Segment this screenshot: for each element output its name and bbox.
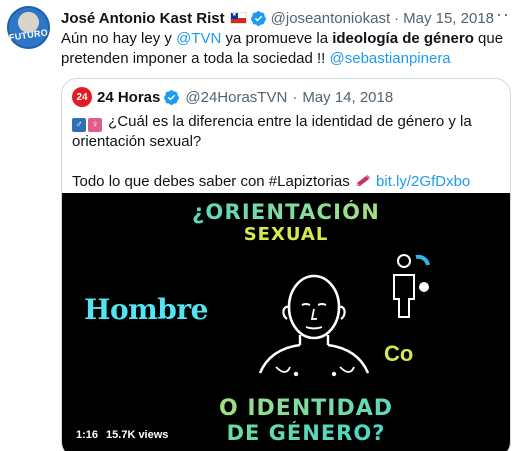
- quoted-handle[interactable]: @24HorasTVN: [185, 89, 287, 106]
- chile-flag-icon: [229, 11, 247, 24]
- video-views: 15.7K views: [106, 429, 169, 441]
- gender-figures-icon: [393, 254, 430, 318]
- more-options-icon[interactable]: ···: [489, 4, 510, 25]
- video-label-co: Co: [384, 341, 414, 366]
- quoted-link[interactable]: bit.ly/2GfDxbo: [376, 173, 470, 190]
- quoted-tweet[interactable]: 24 24 Horas @24HorasTVN · May 14, 2018 ♂…: [61, 78, 511, 451]
- video-title-line-2: SEXUAL: [243, 224, 329, 245]
- quoted-line-2-text: Todo lo que debes saber con #Lapiztorias: [72, 173, 350, 190]
- video-duration: 1:16: [76, 429, 99, 441]
- quoted-line-1-text: ¿Cuál es la diferencia entre la identida…: [72, 113, 472, 150]
- tweet-text-bold: ideología de género: [332, 30, 474, 47]
- author-avatar[interactable]: FUTURO: [7, 6, 50, 49]
- tweet-card[interactable]: FUTURO José Antonio Kast Rist @joseanton…: [0, 0, 518, 451]
- quoted-date[interactable]: May 14, 2018: [302, 89, 393, 106]
- mention-tvn-link[interactable]: @TVN: [176, 30, 221, 47]
- verified-badge-icon: [164, 89, 180, 105]
- quoted-header: 24 24 Horas @24HorasTVN · May 14, 2018: [72, 87, 393, 107]
- video-stats-badge: 1:16 15.7K views: [71, 426, 174, 444]
- separator-dot: ·: [292, 88, 298, 106]
- tweet-header: José Antonio Kast Rist @joseantoniokast …: [61, 8, 508, 28]
- video-title-line-1: ¿ORIENTACIÓN: [62, 200, 510, 224]
- author-name[interactable]: José Antonio Kast Rist: [61, 10, 225, 27]
- mention-sebastianpinera-link[interactable]: @sebastianpinera: [330, 50, 451, 67]
- bald-man-drawing-icon: [258, 274, 370, 377]
- woman-symbol-icon: ♀: [88, 118, 102, 132]
- quoted-line-2: Todo lo que debes saber con #Lapiztorias…: [72, 172, 502, 192]
- quoted-author-name[interactable]: 24 Horas: [97, 89, 160, 106]
- verified-badge-icon: [250, 10, 266, 26]
- video-player[interactable]: ¿ORIENTACIÓN SEXUAL Hombre Co O IDENTIDA…: [62, 193, 510, 451]
- video-bottom-line-1: O IDENTIDAD: [82, 396, 510, 421]
- quoted-text: ♂ ♀ ¿Cuál es la diferencia entre la ident…: [72, 112, 502, 192]
- video-label-hombre: Hombre: [84, 293, 208, 326]
- quoted-avatar[interactable]: 24: [72, 87, 92, 107]
- tweet-date[interactable]: May 15, 2018: [403, 10, 494, 27]
- tweet-text-part: ya promueve la: [221, 30, 333, 47]
- pencil-icon: [355, 174, 371, 186]
- tweet-text-part: Aún no hay ley y: [61, 30, 177, 47]
- separator-dot: ·: [394, 9, 400, 27]
- quoted-line-1: ♂ ♀ ¿Cuál es la diferencia entre la ident…: [72, 112, 502, 152]
- author-handle[interactable]: @joseantoniokast: [271, 10, 390, 27]
- man-symbol-icon: ♂: [72, 118, 86, 132]
- tweet-text: Aún no hay ley y @TVN ya promueve la ide…: [61, 29, 511, 69]
